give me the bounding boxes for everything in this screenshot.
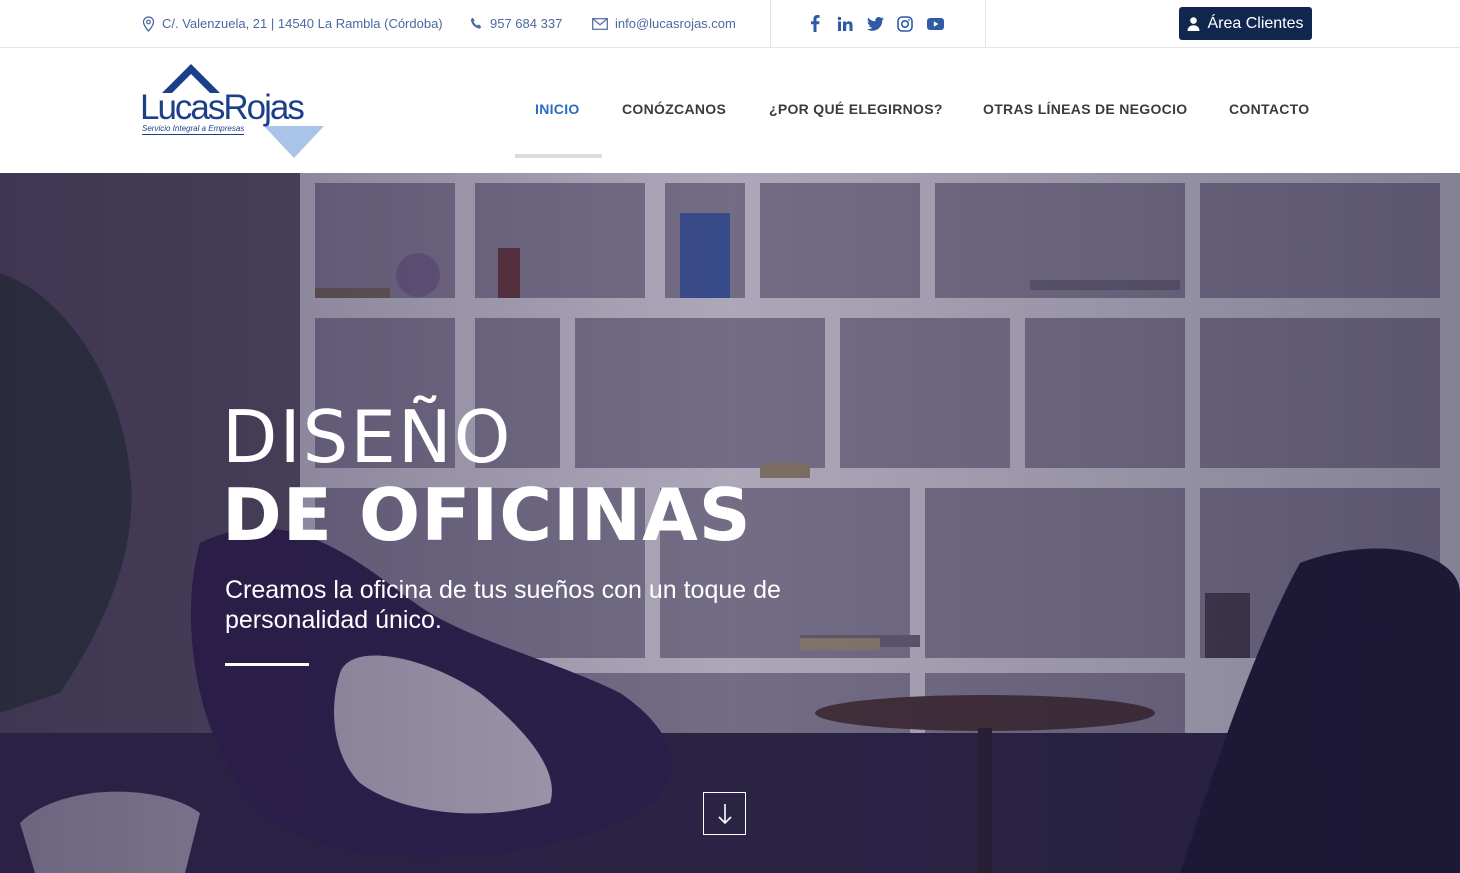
email-text[interactable]: info@lucasrojas.com [615,16,736,31]
active-nav-indicator [515,154,602,158]
instagram-icon[interactable] [896,15,914,33]
arrow-down-icon [717,803,732,824]
hero-title-line1: DISEÑO [222,395,513,479]
social-links [806,0,944,47]
linkedin-icon[interactable] [836,15,854,33]
hero-divider [225,663,309,666]
address-text: C/. Valenzuela, 21 | 14540 La Rambla (Có… [162,16,443,31]
area-clientes-button[interactable]: Área Clientes [1179,7,1312,40]
phone-text[interactable]: 957 684 337 [490,16,562,31]
nav-item-otras-lineas[interactable]: OTRAS LÍNEAS DE NEGOCIO [983,48,1187,173]
area-clientes-label: Área Clientes [1207,14,1304,32]
logo-tagline: Servicio Integral a Empresas [142,124,245,135]
envelope-icon [592,17,608,30]
nav-item-conozcanos[interactable]: CONÓZCANOS [622,48,726,173]
hero-title-line2: DE OFICINAS [222,473,752,557]
twitter-icon[interactable] [866,15,884,33]
nav-item-por-que-elegirnos[interactable]: ¿POR QUÉ ELEGIRNOS? [769,48,943,173]
topbar-divider [985,0,986,47]
address-info: C/. Valenzuela, 21 | 14540 La Rambla (Có… [142,0,443,47]
email-info[interactable]: info@lucasrojas.com [592,0,736,47]
main-header: LucasRojas Servicio Integral a Empresas … [0,48,1460,173]
nav-item-contacto[interactable]: CONTACTO [1229,48,1309,173]
logo[interactable]: LucasRojas Servicio Integral a Empresas [140,62,330,160]
hero-subtitle: Creamos la oficina de tus sueños con un … [225,576,781,634]
topbar-divider [770,0,771,47]
user-icon [1187,16,1200,31]
logo-name: LucasRojas [140,88,305,127]
location-pin-icon [142,15,155,32]
facebook-icon[interactable] [806,15,824,33]
phone-info[interactable]: 957 684 337 [470,0,562,47]
hero-banner: DISEÑO DE OFICINAS Creamos la oficina de… [0,173,1460,873]
top-bar: C/. Valenzuela, 21 | 14540 La Rambla (Có… [0,0,1460,48]
youtube-icon[interactable] [926,15,944,33]
scroll-down-button[interactable] [703,792,746,835]
phone-icon [470,17,482,29]
